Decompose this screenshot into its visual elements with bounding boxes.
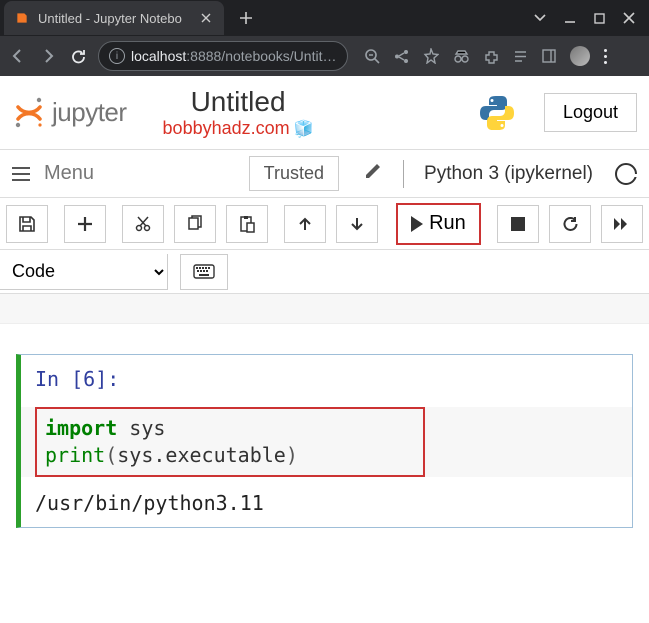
- jupyter-header: jupyter Untitled bobbyhadz.com 🧊 Logout: [0, 76, 649, 150]
- forward-button[interactable]: [38, 46, 58, 66]
- cell-prompt: In [6]:: [35, 367, 618, 391]
- move-down-button[interactable]: [336, 205, 378, 243]
- kernel-name[interactable]: Python 3 (ipykernel): [424, 163, 593, 185]
- close-icon[interactable]: [198, 10, 214, 26]
- jupyter-logo[interactable]: jupyter: [12, 96, 127, 130]
- incognito-icon[interactable]: [453, 48, 470, 65]
- edit-icon[interactable]: [363, 161, 383, 186]
- hamburger-icon[interactable]: [12, 167, 30, 181]
- code-input[interactable]: import sysprint(sys.executable): [35, 407, 425, 477]
- browser-toolbar: i localhost:8888/notebooks/Untit…: [0, 36, 649, 76]
- menubar: Menu Trusted Python 3 (ipykernel): [0, 150, 649, 198]
- url-bar[interactable]: i localhost:8888/notebooks/Untit…: [98, 41, 348, 71]
- minimize-icon[interactable]: [564, 12, 576, 24]
- interrupt-button[interactable]: [497, 205, 539, 243]
- kernel-indicator-icon[interactable]: [615, 163, 637, 185]
- cell-output: /usr/bin/python3.11: [35, 491, 618, 515]
- run-button[interactable]: Run: [396, 203, 481, 245]
- run-label: Run: [429, 212, 466, 235]
- paste-button[interactable]: [226, 205, 268, 243]
- insert-cell-button[interactable]: [64, 205, 106, 243]
- copy-button[interactable]: [174, 205, 216, 243]
- bookmark-icon[interactable]: [423, 48, 439, 64]
- restart-button[interactable]: [549, 205, 591, 243]
- divider: [403, 160, 404, 188]
- trusted-button[interactable]: Trusted: [249, 156, 339, 191]
- profile-avatar[interactable]: [570, 46, 590, 66]
- back-button[interactable]: [8, 46, 28, 66]
- save-button[interactable]: [6, 205, 48, 243]
- move-up-button[interactable]: [284, 205, 326, 243]
- notebook-toolbar-row2: Code: [0, 250, 649, 294]
- play-icon: [411, 216, 423, 232]
- extensions-icon[interactable]: [484, 49, 499, 64]
- code-cell[interactable]: In [6]: import sysprint(sys.executable) …: [16, 354, 633, 528]
- jupyter-logo-text: jupyter: [52, 97, 127, 128]
- browser-tab[interactable]: Untitled - Jupyter Notebo: [4, 1, 224, 35]
- jupyter-favicon: [14, 10, 30, 26]
- panel-icon[interactable]: [542, 49, 556, 63]
- url-text: localhost:8888/notebooks/Untit…: [131, 48, 336, 64]
- browser-action-icons: [364, 46, 607, 66]
- menu-button[interactable]: Menu: [44, 162, 94, 185]
- tab-strip: Untitled - Jupyter Notebo: [0, 0, 649, 36]
- jupyter-logo-icon: [12, 96, 46, 130]
- reload-button[interactable]: [68, 46, 88, 66]
- cut-button[interactable]: [122, 205, 164, 243]
- window-controls: [534, 12, 645, 24]
- tabs-dropdown-icon[interactable]: [534, 12, 546, 24]
- browser-menu-icon[interactable]: [604, 49, 607, 64]
- zoom-icon[interactable]: [364, 48, 380, 64]
- spacer: [0, 294, 649, 324]
- command-palette-button[interactable]: [180, 254, 228, 290]
- restart-run-all-button[interactable]: [601, 205, 643, 243]
- logout-button[interactable]: Logout: [544, 93, 637, 132]
- browser-chrome: Untitled - Jupyter Notebo i localhost:88…: [0, 0, 649, 76]
- notebook-toolbar: Run: [0, 198, 649, 250]
- share-icon[interactable]: [394, 49, 409, 64]
- watermark-text: bobbyhadz.com: [163, 118, 290, 139]
- celltype-select[interactable]: Code: [0, 254, 168, 290]
- watermark: bobbyhadz.com 🧊: [163, 118, 314, 139]
- notebook-cell-area: In [6]: import sysprint(sys.executable) …: [0, 324, 649, 608]
- notebook-title[interactable]: Untitled: [163, 86, 314, 118]
- stop-icon: [511, 217, 525, 231]
- cube-icon: 🧊: [294, 119, 314, 139]
- notebook-title-block: Untitled bobbyhadz.com 🧊: [163, 86, 314, 139]
- window-close-icon[interactable]: [623, 12, 635, 24]
- new-tab-button[interactable]: [232, 4, 260, 32]
- python-logo-icon: [478, 94, 516, 132]
- site-info-icon[interactable]: i: [109, 48, 125, 64]
- maximize-icon[interactable]: [594, 12, 605, 24]
- reading-list-icon[interactable]: [513, 49, 528, 64]
- tab-title: Untitled - Jupyter Notebo: [38, 11, 190, 26]
